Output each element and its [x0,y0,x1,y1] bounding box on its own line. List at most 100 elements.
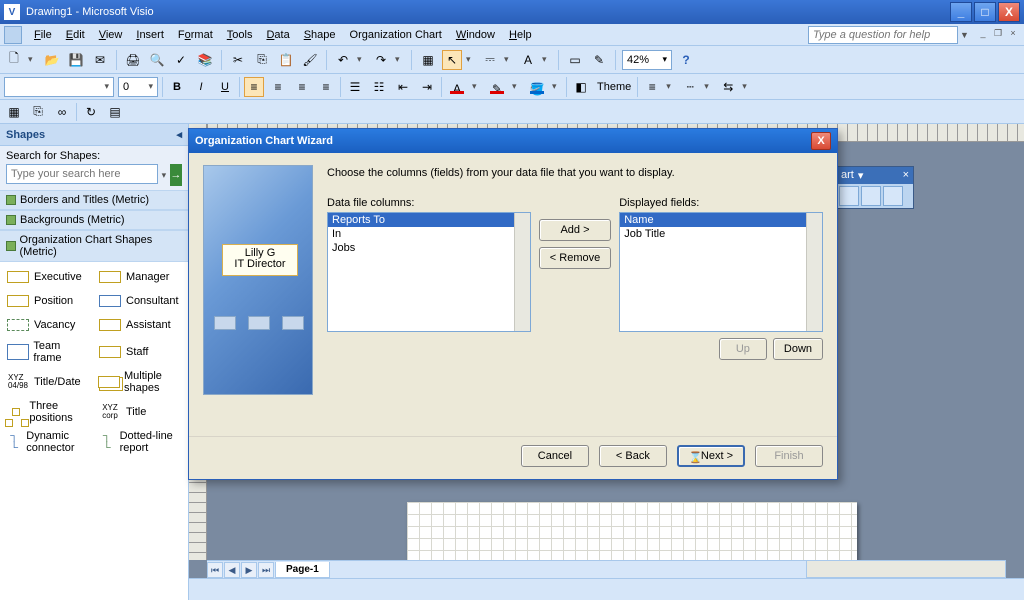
align-right-icon[interactable]: ≡ [292,77,312,97]
close-button[interactable]: X [998,2,1020,22]
undo-dropdown-icon[interactable]: ▾ [357,54,367,65]
font-color-icon[interactable]: A [446,77,468,97]
dialog-title-bar[interactable]: Organization Chart Wizard X [189,129,837,153]
email-icon[interactable]: ✉ [90,50,110,70]
line-pattern-icon[interactable]: ┄ [680,77,700,97]
font-color-dropdown-icon[interactable]: ▾ [472,81,482,92]
bullets-icon[interactable]: ☰ [345,77,365,97]
line-weight-dropdown-icon[interactable]: ▾ [666,81,676,92]
up-button[interactable]: Up [719,338,767,360]
spelling-icon[interactable]: ✓ [171,50,191,70]
tab-first-icon[interactable]: ⏮ [207,562,223,578]
shapes-search-input[interactable] [6,164,158,184]
connector-dropdown-icon[interactable]: ▾ [504,54,514,65]
float-toolbar-close-icon[interactable]: × [903,169,909,182]
line-ends-dropdown-icon[interactable]: ▾ [742,81,752,92]
shape-vacancy[interactable]: Vacancy [4,314,92,336]
drawing-page[interactable] [407,502,857,560]
app-menu-icon[interactable] [4,26,22,44]
pointer-tool-icon[interactable]: ↖ [442,50,462,70]
copy-icon[interactable]: ⎘ [252,50,272,70]
shape-multiple[interactable]: Multiple shapes [96,368,184,396]
undo-icon[interactable]: ↶ [333,50,353,70]
list-item[interactable]: Job Title [620,227,822,241]
shape-staff[interactable]: Staff [96,338,184,366]
underline-icon[interactable]: U [215,77,235,97]
line-weight-icon[interactable]: ≡ [642,77,662,97]
menu-file[interactable]: File [28,27,58,43]
shape-manager[interactable]: Manager [96,266,184,288]
italic-icon[interactable]: I [191,77,211,97]
tab-prev-icon[interactable]: ◀ [224,562,240,578]
print-preview-icon[interactable]: 🔍 [147,50,167,70]
shape-dotted-line[interactable]: ┐└Dotted-line report [96,428,184,456]
menu-tools[interactable]: Tools [221,27,259,43]
aux-btn-4[interactable]: ↻ [81,102,101,122]
rectangle-tool-icon[interactable]: ▭ [565,50,585,70]
down-button[interactable]: Down [773,338,823,360]
float-btn-3[interactable] [883,186,903,206]
list-item[interactable]: Reports To [328,213,530,227]
search-go-button[interactable]: → [170,164,182,186]
page-tab-1[interactable]: Page-1 [275,562,330,578]
line-pattern-dropdown-icon[interactable]: ▾ [704,81,714,92]
theme-label[interactable]: Theme [595,81,633,93]
shape-assistant[interactable]: Assistant [96,314,184,336]
list-item[interactable]: Name [620,213,822,227]
fill-color-icon[interactable]: 🪣 [526,77,548,97]
menu-format[interactable]: Format [172,27,219,43]
menu-window[interactable]: Window [450,27,501,43]
font-size-combo[interactable]: 0▾ [118,77,158,97]
aux-btn-5[interactable]: ▤ [105,102,125,122]
redo-icon[interactable]: ↷ [371,50,391,70]
align-left-icon[interactable]: ≡ [244,77,264,97]
numbering-icon[interactable]: ☷ [369,77,389,97]
shape-team-frame[interactable]: Team frame [4,338,92,366]
cut-icon[interactable]: ✂ [228,50,248,70]
shape-consultant[interactable]: Consultant [96,290,184,312]
print-icon[interactable]: 🖨 [123,50,143,70]
next-button[interactable]: ⌛Next > [677,445,745,467]
list-item[interactable]: In [328,227,530,241]
doc-minimize-button[interactable]: _ [976,28,990,42]
maximize-button[interactable]: □ [974,2,996,22]
add-button[interactable]: Add > [539,219,611,241]
connector-tool-icon[interactable]: ⎓ [480,50,500,70]
fill-color-dropdown-icon[interactable]: ▾ [552,81,562,92]
menu-shape[interactable]: Shape [298,27,342,43]
pointer-dropdown-icon[interactable]: ▾ [466,54,476,65]
menu-insert[interactable]: Insert [130,27,170,43]
ink-tool-icon[interactable]: ✎ [589,50,609,70]
listbox-scrollbar[interactable] [806,213,822,331]
shape-executive[interactable]: Executive [4,266,92,288]
tab-last-icon[interactable]: ⏭ [258,562,274,578]
theme-icon[interactable]: ◧ [571,77,591,97]
align-justify-icon[interactable]: ≡ [316,77,336,97]
shape-title[interactable]: XYZcorpTitle [96,398,184,426]
orgchart-float-toolbar[interactable]: art▾× [836,166,914,209]
listbox-scrollbar[interactable] [514,213,530,331]
finish-button[interactable]: Finish [755,445,823,467]
tab-next-icon[interactable]: ▶ [241,562,257,578]
shapes-window-icon[interactable]: ▦ [418,50,438,70]
text-tool-dropdown-icon[interactable]: ▾ [542,54,552,65]
shape-three-positions[interactable]: Three positions [4,398,92,426]
format-painter-icon[interactable]: 🖌 [300,50,320,70]
text-tool-icon[interactable]: A [518,50,538,70]
zoom-combo[interactable]: 42%▾ [622,50,672,70]
aux-btn-3[interactable]: ∞ [52,102,72,122]
menu-data[interactable]: Data [260,27,295,43]
menu-view[interactable]: View [93,27,129,43]
float-btn-1[interactable] [839,186,859,206]
aux-btn-1[interactable]: ▦ [4,102,24,122]
help-icon[interactable]: ? [676,50,696,70]
save-icon[interactable]: 💾 [66,50,86,70]
research-icon[interactable]: 📚 [195,50,215,70]
bold-icon[interactable]: B [167,77,187,97]
line-color-icon[interactable]: ✎ [486,77,508,97]
menu-help[interactable]: Help [503,27,538,43]
shapes-collapse-icon[interactable]: ◂ [176,128,182,141]
cancel-button[interactable]: Cancel [521,445,589,467]
font-combo[interactable]: ▾ [4,77,114,97]
remove-button[interactable]: < Remove [539,247,611,269]
